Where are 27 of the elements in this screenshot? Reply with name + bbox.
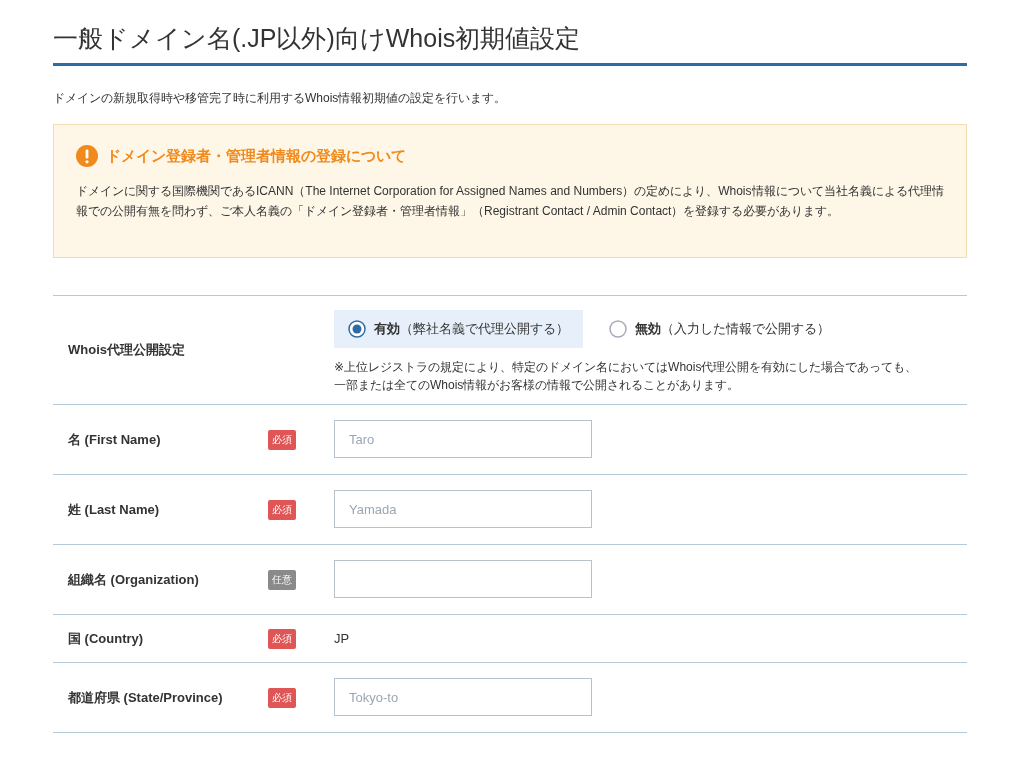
exclamation-icon	[76, 145, 98, 167]
field-label: 都道府県 (State/Province)	[53, 662, 268, 733]
note-text: ※上位レジストラの規定により、特定のドメイン名においてはWhois代理公開を有効にした場合であっても、	[334, 359, 919, 376]
field-label: 組織名 (Organization)	[53, 544, 268, 615]
field-label: 名 (First Name)	[53, 404, 268, 475]
required-badge: 必須	[268, 688, 296, 708]
notice-text: ドメインに関する国際機関であるICANN（The Internet Corporation for Assigned Names and Numbers）の定めにより、Whois情報について当社名義による代理情報での公開有無を問わず、ご本人名義の「ドメイン登録者・管理者情報」（Registrant Contact / Admin Contact）を登録する必要があります。	[76, 183, 944, 220]
field-value: JP	[334, 630, 351, 648]
notice-title: ドメイン登録者・管理者情報の登録について	[106, 146, 406, 166]
required-badge: 必須	[268, 629, 296, 649]
radio-icon	[609, 320, 627, 338]
radio-option[interactable]: 有効（弊社名義で代理公開する）	[334, 310, 583, 348]
page-title: 一般ドメイン名(.JP以外)向けWhois初期値設定	[53, 22, 967, 66]
text-field[interactable]: Taro	[334, 420, 592, 458]
field-label: 姓 (Last Name)	[53, 474, 268, 545]
required-badge: 必須	[268, 430, 296, 450]
radio-option[interactable]: 無効（入力した情報で公開する）	[595, 310, 844, 348]
required-badge: 必須	[268, 500, 296, 520]
field-label: Whois代理公開設定	[53, 295, 268, 405]
optional-badge: 任意	[268, 570, 296, 590]
text-field[interactable]	[334, 560, 592, 598]
text-field[interactable]: Tokyo-to	[334, 678, 592, 716]
radio-icon	[348, 320, 366, 338]
note-text: 一部または全てのWhois情報がお客様の情報で公開されることがあります。	[334, 377, 741, 394]
text-field[interactable]: Yamada	[334, 490, 592, 528]
page-description: ドメインの新規取得時や移管完了時に利用するWhois情報初期値の設定を行います。	[53, 90, 508, 107]
field-label: 国 (Country)	[53, 614, 268, 663]
